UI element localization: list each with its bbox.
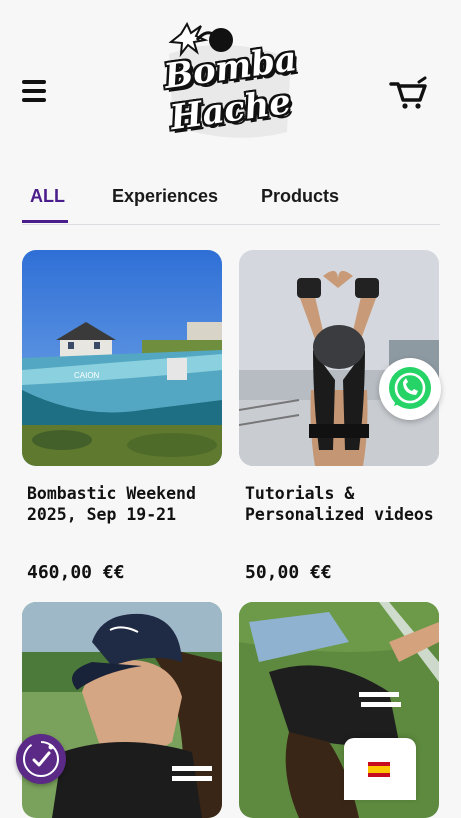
- category-tabs: ALL Experiences Products: [22, 176, 440, 225]
- cart-button[interactable]: [389, 76, 429, 110]
- accessibility-icon: [23, 741, 59, 777]
- product-price: 460,00 €€: [27, 562, 125, 583]
- cart-icon: [389, 76, 427, 109]
- whatsapp-button[interactable]: [379, 358, 441, 420]
- svg-text:CAION: CAION: [74, 371, 100, 380]
- accessibility-button[interactable]: [16, 734, 66, 784]
- tab-products[interactable]: Products: [261, 186, 339, 207]
- active-tab-indicator: [22, 220, 68, 223]
- hamburger-icon: [22, 80, 46, 84]
- tab-all[interactable]: ALL: [30, 186, 65, 207]
- spain-flag-icon: [368, 762, 390, 777]
- language-selector[interactable]: [344, 738, 416, 800]
- product-title[interactable]: Bombastic Weekend 2025, Sep 19-21: [27, 483, 227, 525]
- site-header: Bomba Hache: [0, 0, 461, 160]
- product-price: 50,00 €€: [245, 562, 332, 583]
- menu-button[interactable]: [22, 80, 48, 104]
- brand-logo[interactable]: Bomba Hache: [162, 14, 299, 146]
- product-image-bombastic-weekend[interactable]: CAION: [22, 250, 222, 466]
- product-title[interactable]: Tutorials & Personalized videos: [245, 483, 445, 525]
- product-image-cap[interactable]: [22, 602, 222, 818]
- whatsapp-icon: [389, 367, 431, 409]
- tab-experiences[interactable]: Experiences: [112, 186, 218, 207]
